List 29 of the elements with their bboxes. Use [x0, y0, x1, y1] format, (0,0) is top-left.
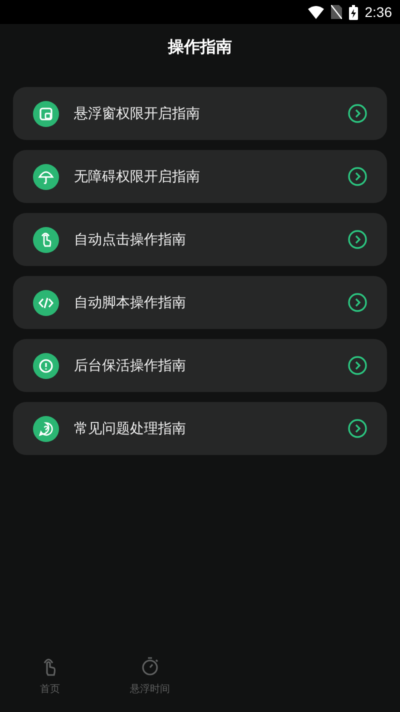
guide-label: 后台保活操作指南: [74, 356, 187, 374]
window-icon: [33, 100, 59, 126]
guide-label: 悬浮窗权限开启指南: [74, 104, 201, 122]
guide-item[interactable]: 后台保活操作指南: [13, 339, 387, 392]
guide-label: 自动点击操作指南: [74, 230, 187, 248]
status-time: 2:36: [364, 4, 392, 20]
chevron-right-icon: [348, 419, 367, 438]
code-icon: [33, 290, 59, 316]
alert-icon: [33, 352, 59, 378]
guide-item[interactable]: 常见问题处理指南: [13, 402, 387, 455]
guide-label: 无障碍权限开启指南: [74, 168, 201, 186]
guide-item[interactable]: 悬浮窗权限开启指南: [13, 87, 387, 140]
no-sim-icon: [330, 5, 342, 19]
wifi-icon: [308, 6, 324, 18]
stopwatch-icon: [141, 656, 159, 676]
page-title: 操作指南: [168, 36, 232, 58]
chevron-right-icon: [348, 293, 367, 312]
chevron-right-icon: [348, 356, 367, 375]
chevron-right-icon: [348, 104, 367, 123]
chevron-right-icon: [348, 230, 367, 249]
guide-item[interactable]: 自动脚本操作指南: [13, 276, 387, 329]
guide-label: 自动脚本操作指南: [74, 294, 187, 312]
guide-item[interactable]: 自动点击操作指南: [13, 213, 387, 266]
battery-charging-icon: [348, 4, 358, 20]
umbrella-icon: [33, 164, 59, 190]
guide-label: 常见问题处理指南: [74, 420, 187, 438]
chevron-right-icon: [348, 167, 367, 186]
guide-item[interactable]: 无障碍权限开启指南: [13, 150, 387, 203]
tap-hand-icon: [33, 226, 59, 252]
